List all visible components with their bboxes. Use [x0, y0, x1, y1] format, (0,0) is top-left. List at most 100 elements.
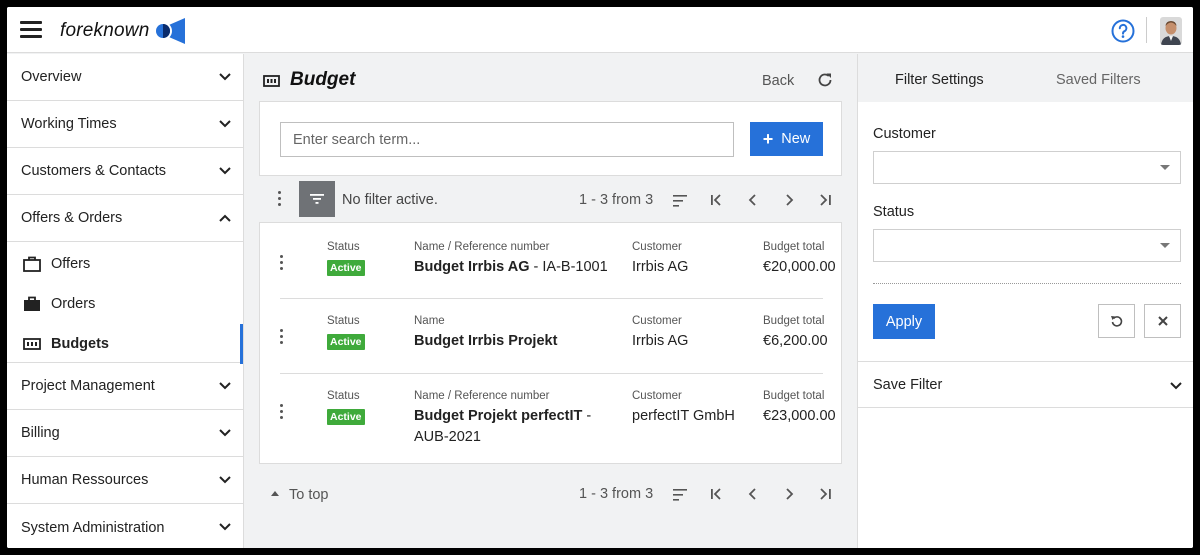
name-label: Name	[414, 315, 445, 327]
new-button[interactable]: + New	[750, 122, 823, 156]
status-label: Status	[327, 390, 360, 402]
last-page-icon[interactable]	[817, 193, 833, 207]
new-button-label: New	[781, 131, 811, 147]
list-footer: To top 1 - 3 from 3	[259, 476, 842, 506]
filter-tabs: Filter Settings Saved Filters	[858, 54, 1193, 102]
status-select[interactable]	[873, 229, 1181, 262]
table-row[interactable]: Status Active Name / Reference number Bu…	[260, 223, 841, 298]
app-window: foreknown Overview Working Times Custome…	[7, 7, 1193, 548]
chevron-down-icon	[219, 120, 231, 128]
save-filter-section[interactable]: Save Filter	[858, 361, 1193, 408]
status-label: Status	[327, 241, 360, 253]
budget-counter-icon	[23, 338, 41, 350]
top-bar: foreknown	[7, 7, 1193, 53]
status-label: Status	[327, 315, 360, 327]
budget-total-value: €6,200.00	[763, 333, 828, 349]
avatar[interactable]	[1160, 17, 1182, 45]
sidebar-item-label: Human Ressources	[21, 472, 149, 488]
sidebar-item-label: Working Times	[21, 116, 117, 132]
save-filter-label: Save Filter	[873, 376, 943, 393]
chevron-down-icon	[219, 73, 231, 81]
filter-status-text: No filter active.	[342, 192, 438, 208]
to-top-label: To top	[289, 487, 329, 503]
sidebar: Overview Working Times Customers & Conta…	[7, 54, 244, 548]
tab-saved-filters[interactable]: Saved Filters	[1056, 72, 1141, 88]
filter-lines-icon	[310, 194, 324, 204]
budget-list: Status Active Name / Reference number Bu…	[259, 222, 842, 464]
chevron-left-icon[interactable]	[745, 487, 761, 501]
search-input[interactable]	[280, 122, 734, 157]
filter-button[interactable]	[299, 181, 335, 217]
sidebar-item-budgets[interactable]: Budgets	[7, 324, 243, 364]
sort-icon[interactable]	[672, 194, 688, 208]
customer-field-label: Customer	[873, 126, 936, 142]
customer-value: perfectIT GmbH	[632, 408, 735, 424]
budget-name: Budget Irrbis AG - IA-B-1001	[414, 259, 608, 275]
sidebar-item-label: Offers	[51, 256, 91, 272]
budget-ref: -	[582, 408, 592, 424]
sidebar-item-system-administration[interactable]: System Administration	[7, 504, 243, 548]
chevron-right-icon[interactable]	[781, 487, 797, 501]
chevron-right-icon[interactable]	[781, 193, 797, 207]
tab-filter-settings[interactable]: Filter Settings	[895, 72, 984, 88]
filter-panel: Filter Settings Saved Filters Customer S…	[857, 54, 1193, 548]
sidebar-item-label: Offers & Orders	[21, 210, 123, 226]
table-row[interactable]: Status Active Name / Reference number Bu…	[260, 374, 841, 464]
sidebar-item-customers-contacts[interactable]: Customers & Contacts	[7, 148, 243, 195]
sidebar-item-label: Project Management	[21, 378, 155, 394]
more-vert-icon[interactable]	[280, 329, 284, 345]
chevron-down-icon	[219, 476, 231, 484]
apply-button[interactable]: Apply	[873, 304, 935, 339]
budget-name-line2: AUB-2021	[414, 429, 481, 445]
table-row[interactable]: Status Active Name Budget Irrbis Projekt…	[260, 299, 841, 374]
chevron-down-icon	[219, 167, 231, 175]
help-circle-icon[interactable]	[1111, 19, 1135, 43]
last-page-icon[interactable]	[817, 487, 833, 501]
sidebar-item-overview[interactable]: Overview	[7, 54, 243, 101]
customer-label: Customer	[632, 315, 682, 327]
sidebar-item-offers-orders[interactable]: Offers & Orders	[7, 195, 243, 242]
main-content: Budget Back + New No filter active. 1 - 3…	[244, 54, 857, 548]
sidebar-item-working-times[interactable]: Working Times	[7, 101, 243, 148]
name-label: Name / Reference number	[414, 241, 550, 253]
sort-icon[interactable]	[672, 488, 688, 502]
reset-icon	[1110, 316, 1122, 327]
clear-button[interactable]	[1144, 304, 1181, 338]
sidebar-item-human-ressources[interactable]: Human Ressources	[7, 457, 243, 504]
sidebar-subgroup-offers-orders: Offers Orders Budgets	[7, 242, 243, 364]
sidebar-item-project-management[interactable]: Project Management	[7, 363, 243, 410]
budget-total-value: €23,000.00	[763, 408, 836, 424]
budget-name-text: Budget Irrbis Projekt	[414, 333, 558, 349]
chevron-left-icon[interactable]	[745, 193, 761, 207]
more-vert-icon[interactable]	[278, 191, 282, 207]
to-top-link[interactable]: To top	[271, 487, 329, 503]
customer-label: Customer	[632, 241, 682, 253]
caret-down-icon	[1160, 165, 1170, 170]
budget-name: Budget Irrbis Projekt	[414, 333, 557, 349]
budget-name: Budget Projekt perfectIT -	[414, 408, 591, 424]
budget-total-value: €20,000.00	[763, 259, 836, 275]
reset-button[interactable]	[1098, 304, 1135, 338]
chevron-up-icon	[219, 214, 231, 222]
pager-text: 1 - 3 from 3	[579, 192, 654, 208]
more-vert-icon[interactable]	[280, 404, 284, 420]
page-title: Budget	[290, 69, 356, 90]
first-page-icon[interactable]	[709, 193, 725, 207]
more-vert-icon[interactable]	[280, 255, 284, 271]
sidebar-item-label: Overview	[21, 69, 82, 85]
customer-value: Irrbis AG	[632, 333, 689, 349]
customer-label: Customer	[632, 390, 682, 402]
sidebar-item-offers[interactable]: Offers	[7, 244, 243, 284]
back-link[interactable]: Back	[762, 73, 794, 89]
logo-icon	[154, 18, 185, 44]
menu-icon[interactable]	[20, 21, 42, 39]
chevron-down-icon	[219, 382, 231, 390]
sidebar-item-orders[interactable]: Orders	[7, 284, 243, 324]
first-page-icon[interactable]	[709, 487, 725, 501]
customer-select[interactable]	[873, 151, 1181, 184]
refresh-icon[interactable]	[817, 72, 833, 88]
sidebar-item-billing[interactable]: Billing	[7, 410, 243, 457]
status-badge: Active	[327, 260, 365, 276]
budget-name-text: Budget Irrbis AG	[414, 259, 530, 275]
arrow-up-icon	[271, 491, 279, 496]
